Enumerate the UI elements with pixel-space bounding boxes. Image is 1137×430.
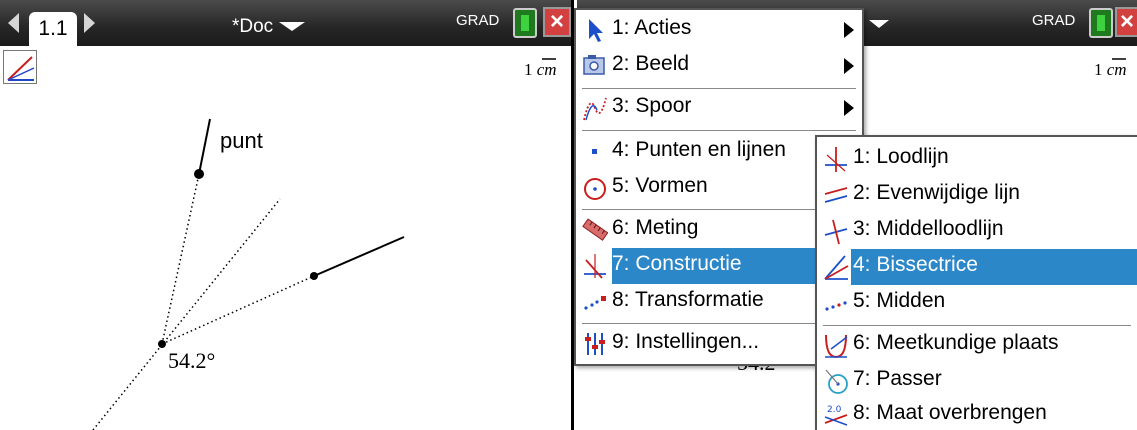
menu-item-label: 1: Acties — [612, 16, 692, 39]
menu-item-label: 2: Beeld — [612, 52, 690, 75]
submenu-item-bissectrice[interactable]: 4: Bissectrice — [817, 249, 1137, 285]
trace-icon — [583, 97, 607, 121]
menu-item-beeld[interactable]: 2: Beeld — [576, 48, 862, 84]
menu-item-label: 5: Vormen — [612, 174, 708, 197]
construction-submenu: 1: Loodlijn 2: Evenwijdige lijn 3: Midde… — [815, 135, 1137, 430]
battery-icon — [1089, 8, 1113, 38]
point-punt[interactable] — [194, 169, 204, 179]
menu-item-label: 3: Spoor — [612, 94, 692, 117]
menu-item-label: 7: Constructie — [612, 252, 742, 275]
submenu-item-label: 3: Middelloodlijn — [853, 217, 1004, 240]
ray-point[interactable] — [310, 272, 318, 280]
angle-bisector-icon — [824, 255, 849, 280]
close-button-right[interactable]: × — [1115, 7, 1137, 37]
submenu-item-passer[interactable]: 7: Passer — [817, 363, 1137, 399]
perpendicular-icon — [825, 147, 847, 172]
left-screen: 1.1 *Doc GRAD × 1 cm punt 54.2° — [0, 0, 574, 430]
submenu-item-label: 1: Loodlijn — [853, 145, 949, 168]
submenu-item-label: 6: Meetkundige plaats — [853, 331, 1059, 354]
parallel-icon — [824, 187, 848, 203]
submenu-item-midden[interactable]: 5: Midden — [817, 285, 1137, 321]
scale-unit-right: cm — [1106, 60, 1127, 79]
menu-item-label: 9: Instellingen... — [612, 330, 760, 353]
submenu-item-label: 7: Passer — [853, 367, 942, 390]
chevron-down-icon — [869, 20, 889, 28]
menu-item-label: 4: Punten en lijnen — [612, 138, 786, 161]
submenu-item-label: 8: Maat overbrengen — [853, 401, 1047, 424]
ruler-icon — [582, 218, 608, 241]
compass-icon — [825, 369, 848, 394]
submenu-item-label: 5: Midden — [853, 289, 946, 312]
perpendicular-bisector-icon — [824, 219, 848, 245]
svg-text:2.0: 2.0 — [827, 405, 842, 415]
circle-icon — [584, 178, 606, 200]
midpoint-icon — [825, 301, 847, 311]
point-label: punt — [220, 128, 263, 153]
point-icon — [592, 149, 597, 154]
menu-item-acties[interactable]: 1: Acties — [576, 12, 862, 48]
angle-measurement: 54.2° — [168, 348, 216, 373]
submenu-item-middelloodlijn[interactable]: 3: Middelloodlijn — [817, 213, 1137, 249]
submenu-item-label: 2: Evenwijdige lijn — [853, 181, 1020, 204]
camera-view-icon — [583, 55, 605, 75]
submenu-item-label: 4: Bissectrice — [853, 253, 978, 276]
construction-icon — [584, 254, 606, 279]
menu-item-label: 8: Transformatie — [612, 288, 764, 311]
menu-separator — [823, 325, 1131, 326]
submenu-arrow-icon — [844, 100, 854, 116]
scale-indicator-right: 1 cm — [1094, 58, 1127, 80]
pointer-arrow-icon — [589, 19, 603, 42]
transform-icon — [584, 296, 606, 310]
submenu-item-evenwijdige-lijn[interactable]: 2: Evenwijdige lijn — [817, 177, 1137, 213]
menu-item-label: 6: Meting — [612, 216, 699, 239]
submenu-arrow-icon — [844, 58, 854, 74]
settings-sliders-icon — [585, 333, 605, 355]
menu-separator — [582, 130, 856, 131]
submenu-arrow-icon — [844, 22, 854, 38]
measurement-transfer-icon: 2.0 — [824, 405, 848, 426]
menu-item-spoor[interactable]: 3: Spoor — [576, 90, 862, 126]
vertex-point[interactable] — [158, 340, 166, 348]
geometry-canvas[interactable] — [0, 0, 574, 430]
menu-separator — [582, 88, 856, 89]
angle-mode-indicator-right: GRAD — [1032, 12, 1076, 29]
scale-value-right: 1 — [1094, 60, 1103, 79]
submenu-item-maat-overbrengen[interactable]: 2.0 8: Maat overbrengen — [817, 397, 1137, 430]
submenu-item-meetkundige-plaats[interactable]: 6: Meetkundige plaats — [817, 327, 1137, 363]
submenu-item-loodlijn[interactable]: 1: Loodlijn — [817, 141, 1137, 177]
locus-icon — [825, 334, 848, 359]
